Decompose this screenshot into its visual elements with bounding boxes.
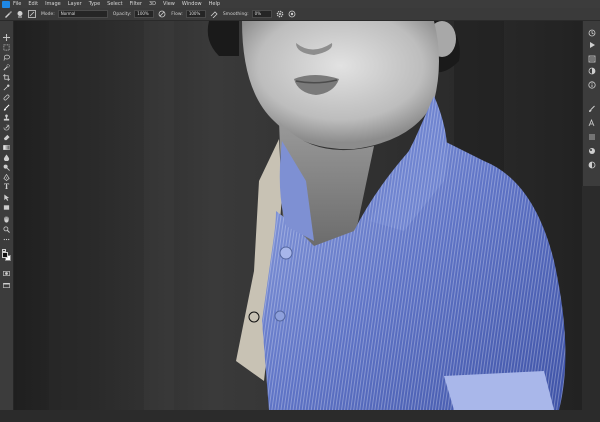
adjustments-icon[interactable] [587, 67, 597, 75]
opacity-label: Opacity: [112, 11, 132, 17]
panel-dock [582, 21, 600, 186]
hand-icon[interactable] [2, 215, 11, 223]
rectangle-icon[interactable] [2, 203, 11, 211]
menu-view[interactable]: View [163, 0, 175, 8]
bandage-icon[interactable] [2, 93, 11, 101]
pen-icon[interactable] [2, 173, 11, 181]
eraser-icon[interactable] [2, 133, 11, 141]
history-brush-icon[interactable] [2, 123, 11, 131]
menu-file[interactable]: File [13, 0, 21, 8]
lasso-icon[interactable] [2, 53, 11, 61]
menu-3d[interactable]: 3D [149, 0, 156, 8]
quick-select-icon[interactable] [2, 63, 11, 71]
info-icon[interactable] [587, 81, 597, 89]
menu-select[interactable]: Select [107, 0, 122, 8]
smoothing-options-gear-icon[interactable] [276, 10, 284, 18]
zoom-icon[interactable] [2, 225, 11, 233]
brush-preset-icon[interactable] [4, 10, 12, 18]
color-swatches [2, 249, 12, 263]
styles-icon[interactable] [587, 147, 597, 155]
smoothing-label: Smoothing: [222, 11, 249, 17]
menu-filter[interactable]: Filter [130, 0, 142, 8]
document-canvas[interactable] [14, 21, 582, 410]
pressure-opacity-icon[interactable] [158, 10, 166, 18]
status-area [0, 410, 600, 422]
mode-label: Mode: [41, 11, 55, 17]
menu-type[interactable]: Type [89, 0, 100, 8]
dodge-icon[interactable] [2, 163, 11, 171]
foreground-color-swatch[interactable] [2, 252, 8, 258]
brush-icon[interactable] [2, 103, 11, 111]
menu-help[interactable]: Help [209, 0, 220, 8]
channels-icon[interactable] [587, 133, 597, 141]
marquee-icon[interactable] [2, 43, 11, 51]
screen-mode-icon[interactable] [2, 281, 11, 289]
menu-layer[interactable]: Layer [68, 0, 82, 8]
properties-icon[interactable] [587, 55, 597, 63]
smoothing-field[interactable]: 0% [251, 10, 272, 18]
type-icon[interactable]: T [2, 183, 11, 191]
blur-drop-icon[interactable] [2, 153, 11, 161]
app-logo-icon [2, 0, 10, 8]
quick-mask-icon[interactable] [2, 269, 11, 277]
menu-edit[interactable]: Edit [28, 0, 38, 8]
stamp-icon[interactable] [2, 113, 11, 121]
opacity-field[interactable]: 100% [134, 10, 155, 18]
type-tool-glyph: T [3, 182, 10, 191]
brush-panel-toggle-icon[interactable] [28, 10, 36, 18]
mode-select[interactable]: Normal [57, 10, 108, 18]
options-bar: Mode: Normal Opacity: 100% Flow: 100% Sm… [0, 8, 600, 21]
menu-bar: File Edit Image Layer Type Select Filter… [0, 0, 600, 8]
tools-panel: T [0, 21, 14, 422]
more-tools-icon[interactable] [2, 235, 11, 243]
arrow-icon[interactable] [2, 193, 11, 201]
menu-image[interactable]: Image [45, 0, 61, 8]
flow-label: Flow: [171, 11, 183, 17]
flow-field[interactable]: 100% [185, 10, 206, 18]
airbrush-icon[interactable] [210, 10, 218, 18]
pressure-size-icon[interactable] [288, 10, 296, 18]
character-icon[interactable] [587, 119, 597, 127]
play-icon[interactable] [587, 41, 597, 49]
color-icon[interactable] [587, 161, 597, 169]
brush-settings-icon[interactable] [587, 105, 597, 113]
menu-window[interactable]: Window [182, 0, 202, 8]
gradient-icon[interactable] [2, 143, 11, 151]
crop-icon[interactable] [2, 73, 11, 81]
photo-artwork [14, 21, 582, 410]
eyedropper-icon[interactable] [2, 83, 11, 91]
move-icon[interactable] [2, 33, 11, 41]
history-icon[interactable] [587, 29, 597, 37]
brush-size-picker-icon[interactable] [16, 10, 24, 18]
